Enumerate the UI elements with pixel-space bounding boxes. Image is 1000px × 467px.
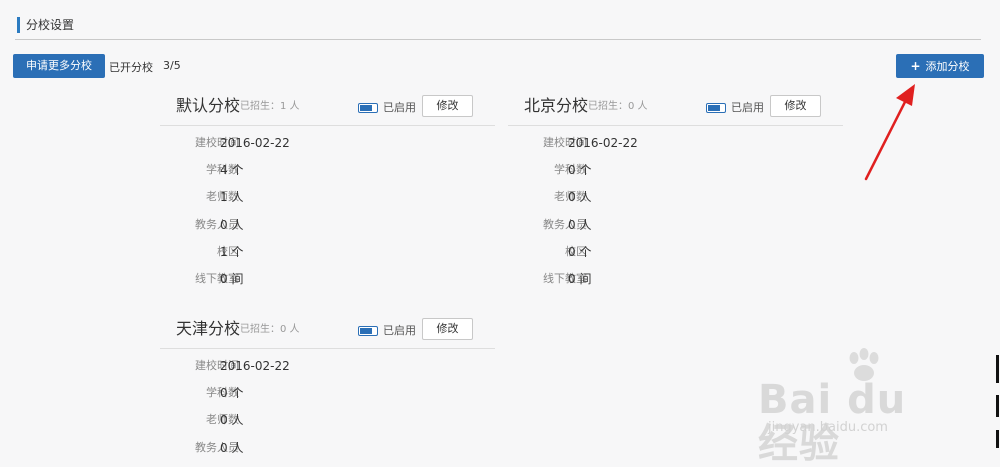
row-value: 0 个	[220, 386, 244, 400]
info-row: 老师数 0 人	[508, 189, 848, 205]
status-label: 已启用	[383, 324, 416, 337]
row-value: 1 人	[220, 190, 244, 204]
row-value: 4 个	[220, 163, 244, 177]
plus-icon: +	[910, 59, 921, 73]
apply-more-campuses-button[interactable]: 申请更多分校	[13, 54, 105, 78]
info-row: 教务人员 0 人	[508, 217, 848, 233]
row-value: 0 人	[220, 218, 244, 232]
page-header: 分校设置	[0, 0, 1000, 40]
status-label: 已启用	[731, 101, 764, 114]
campus-card-header: 北京分校 已招生：0 人 已启用 修改	[508, 95, 843, 126]
header-divider	[15, 39, 981, 40]
enrolled-count: 已招生：1 人	[240, 101, 300, 112]
info-row: 建校时间 2016-02-22	[508, 135, 848, 151]
campus-name: 北京分校	[524, 96, 589, 115]
row-value: 0 人	[568, 218, 592, 232]
row-value: 2016-02-22	[220, 136, 290, 150]
info-row: 建校时间 2016-02-22	[160, 358, 500, 374]
row-value: 2016-02-22	[220, 359, 290, 373]
opened-campuses-count: 3/5	[163, 59, 181, 72]
baidu-watermark: Bai du 经验 jingyan.baidu.com	[758, 348, 948, 466]
row-value: 0 人	[220, 413, 244, 427]
campus-card: 天津分校 已招生：0 人 已启用 修改 建校时间 2016-02-22 学科数 0 …	[160, 318, 500, 460]
enrolled-count: 已招生：0 人	[240, 324, 300, 335]
row-value: 0 人	[568, 190, 592, 204]
info-row: 校区 0 个	[508, 244, 848, 260]
edit-button[interactable]: 修改	[422, 95, 473, 117]
status-toggle[interactable]	[706, 103, 726, 113]
campus-card-header: 默认分校 已招生：1 人 已启用 修改	[160, 95, 495, 126]
row-value: 0 个	[568, 163, 592, 177]
edit-button[interactable]: 修改	[770, 95, 821, 117]
info-row: 学科数 0 个	[508, 162, 848, 178]
status-toggle[interactable]	[358, 103, 378, 113]
campus-card: 默认分校 已招生：1 人 已启用 修改 建校时间 2016-02-22 学科数 4 …	[160, 95, 500, 295]
row-value: 2016-02-22	[568, 136, 638, 150]
title-accent-bar	[17, 17, 20, 33]
row-value: 0 间	[220, 272, 244, 286]
opened-campuses-label: 已开分校	[109, 61, 153, 74]
scrollbar-edge	[996, 430, 999, 448]
status-toggle[interactable]	[358, 326, 378, 336]
campus-card: 北京分校 已招生：0 人 已启用 修改 建校时间 2016-02-22 学科数 0 …	[508, 95, 848, 295]
add-campus-label: 添加分校	[925, 60, 970, 73]
annotation-arrow-icon	[864, 84, 915, 181]
row-value: 0 人	[220, 441, 244, 455]
row-value: 0 间	[568, 272, 592, 286]
info-row: 线下教室 0 间	[508, 271, 848, 287]
row-value: 1 个	[220, 245, 244, 259]
watermark-url: jingyan.baidu.com	[768, 420, 888, 435]
info-row: 老师数 1 人	[160, 189, 500, 205]
edit-button[interactable]: 修改	[422, 318, 473, 340]
add-campus-button[interactable]: + 添加分校	[896, 54, 984, 78]
info-row: 教务人员 0 人	[160, 440, 500, 456]
info-row: 校区 1 个	[160, 244, 500, 260]
info-row: 老师数 0 人	[160, 412, 500, 428]
campus-name: 天津分校	[176, 319, 241, 338]
info-row: 建校时间 2016-02-22	[160, 135, 500, 151]
info-row: 线下教室 0 间	[160, 271, 500, 287]
info-row: 学科数 4 个	[160, 162, 500, 178]
status-label: 已启用	[383, 101, 416, 114]
info-row: 学科数 0 个	[160, 385, 500, 401]
page-title: 分校设置	[26, 18, 75, 32]
enrolled-count: 已招生：0 人	[588, 101, 648, 112]
info-row: 教务人员 0 人	[160, 217, 500, 233]
campus-name: 默认分校	[176, 96, 241, 115]
scrollbar-edge	[996, 395, 999, 417]
row-value: 0 个	[568, 245, 592, 259]
campus-card-header: 天津分校 已招生：0 人 已启用 修改	[160, 318, 495, 349]
scrollbar-edge	[996, 355, 999, 383]
